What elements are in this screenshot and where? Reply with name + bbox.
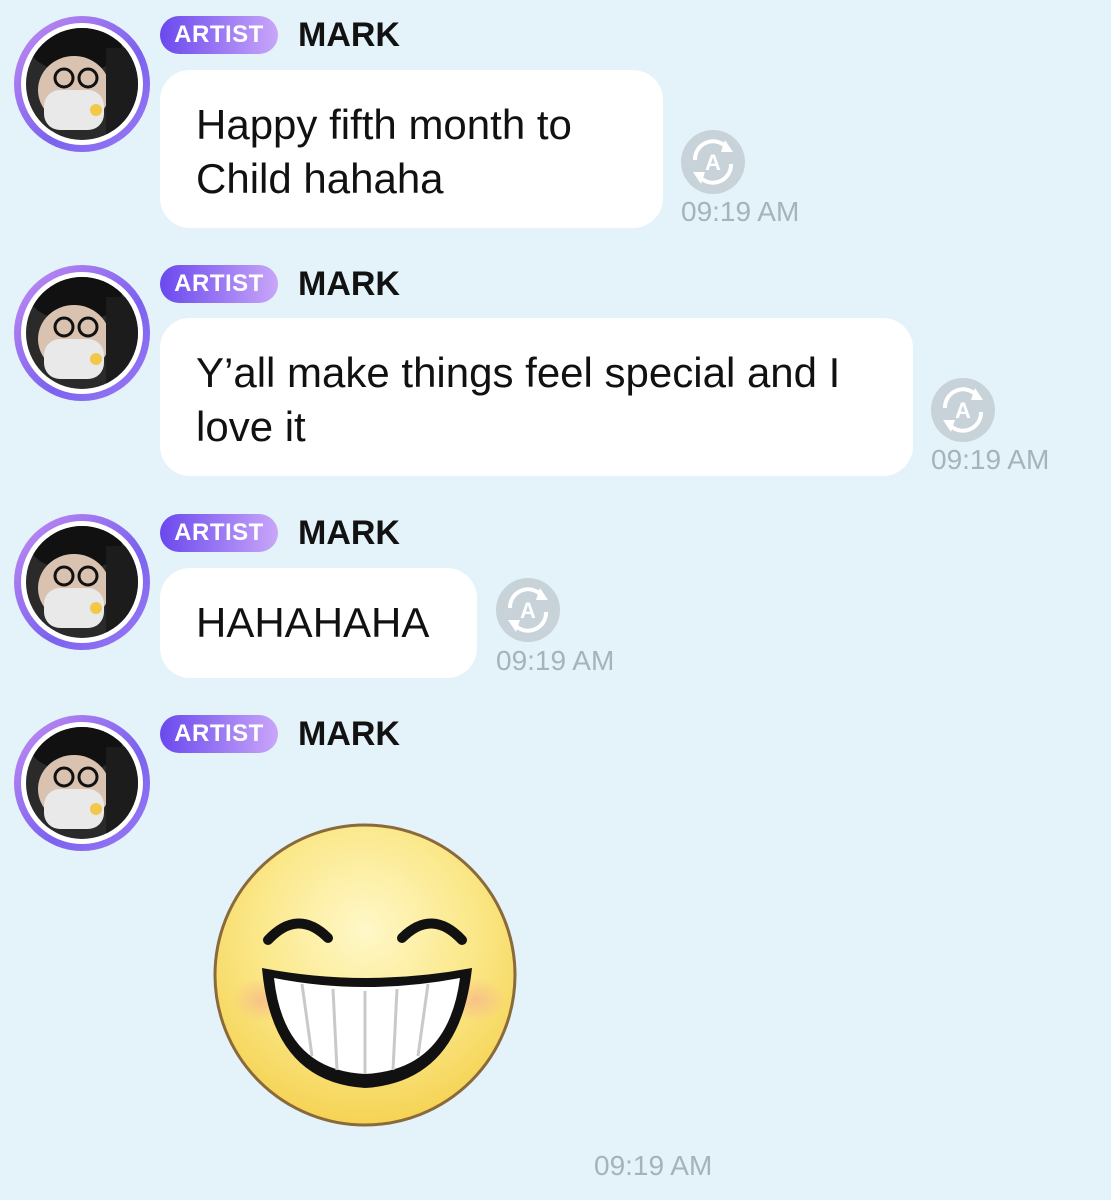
translate-icon[interactable]: A (931, 378, 995, 442)
message-bubble[interactable]: Happy fifth month to Child hahaha (160, 70, 663, 228)
avatar[interactable] (14, 514, 150, 650)
laughing-emoji-sticker[interactable] (210, 820, 522, 1132)
translate-icon[interactable]: A (496, 578, 560, 642)
artist-badge: ARTIST (160, 16, 278, 54)
avatar[interactable] (14, 715, 150, 851)
avatar[interactable] (14, 265, 150, 401)
avatar[interactable] (14, 16, 150, 152)
artist-badge: ARTIST (160, 265, 278, 303)
svg-text:A: A (705, 150, 721, 175)
translate-icon[interactable]: A (681, 130, 745, 194)
timestamp: 09:19 AM (681, 196, 800, 227)
svg-text:A: A (520, 598, 536, 623)
timestamp: 09:19 AM (931, 444, 1050, 475)
sender-name: MARK (298, 715, 400, 753)
message-bubble[interactable]: Y’all make things feel special and I lov… (160, 318, 913, 476)
message-bubble[interactable]: HAHAHAHA (160, 568, 477, 678)
timestamp: 09:19 AM (594, 1150, 713, 1181)
sender-name: MARK (298, 514, 400, 552)
sender-name: MARK (298, 265, 400, 303)
artist-badge: ARTIST (160, 514, 278, 552)
artist-badge: ARTIST (160, 715, 278, 753)
svg-text:A: A (955, 398, 971, 423)
timestamp: 09:19 AM (496, 645, 615, 676)
sender-name: MARK (298, 16, 400, 54)
